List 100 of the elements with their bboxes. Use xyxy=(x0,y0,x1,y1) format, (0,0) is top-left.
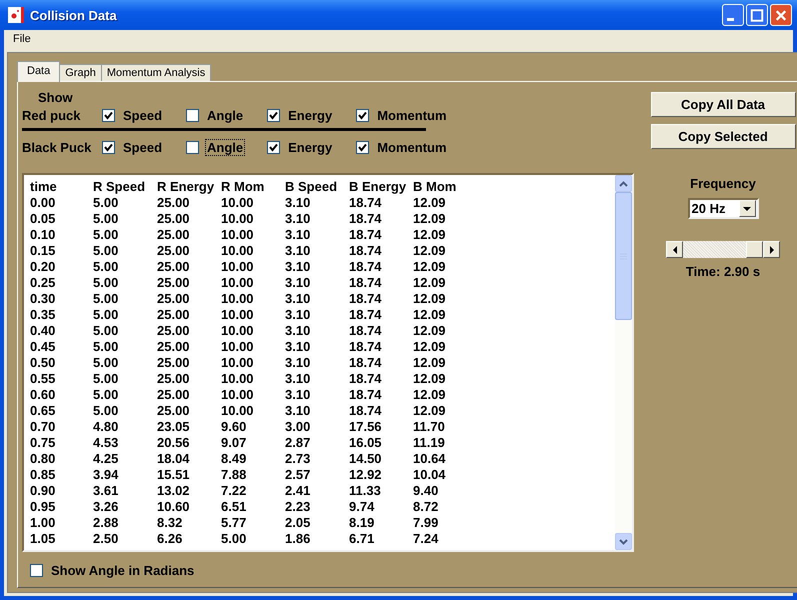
table-cell-text: 25.00 xyxy=(157,258,191,274)
copy-button[interactable]: Copy Selected xyxy=(650,124,796,149)
table-cell-text: 3.10 xyxy=(285,322,312,338)
table-cell-text: 12.09 xyxy=(413,370,447,386)
scroll-left-icon[interactable] xyxy=(672,246,676,254)
table-cell-text: 23.05 xyxy=(157,418,191,434)
table-cell-text: 10.64 xyxy=(413,450,447,466)
scroll-up-icon[interactable] xyxy=(619,180,628,186)
table-cell-text: 18.74 xyxy=(349,306,383,322)
scroll-down-icon[interactable] xyxy=(619,538,628,544)
checkbox[interactable] xyxy=(102,108,115,122)
checkbox-label[interactable]: Momentum xyxy=(375,106,449,124)
table-cell-text: 3.10 xyxy=(285,370,312,386)
dropdown-arrow-icon[interactable] xyxy=(743,206,751,210)
frequency-dropdown[interactable]: 20 Hz xyxy=(688,198,758,219)
table-cell-text: 5.00 xyxy=(93,322,120,338)
table-cell-text: 18.74 xyxy=(349,322,383,338)
checkbox[interactable] xyxy=(356,140,370,154)
table-cell-text: 4.80 xyxy=(93,418,120,434)
puck-label: Red puck xyxy=(22,108,82,122)
table-cell-text: 2.88 xyxy=(93,514,120,530)
table-cell-text: 3.10 xyxy=(285,338,312,354)
table-cell-text: 18.74 xyxy=(349,258,383,274)
copy-button[interactable]: Copy All Data xyxy=(650,92,796,117)
time-label: Time: 2.90 s xyxy=(686,264,760,279)
table-cell-text: 12.09 xyxy=(413,386,447,402)
vertical-scrollbar[interactable] xyxy=(615,175,632,550)
minimize-button[interactable] xyxy=(722,4,744,26)
table-cell-text: 12.92 xyxy=(349,466,383,482)
table-cell-text: 12.09 xyxy=(413,194,447,210)
table-cell-text: 12.09 xyxy=(413,226,447,242)
checkbox-label[interactable]: Energy xyxy=(286,106,334,124)
checkbox[interactable] xyxy=(267,108,280,122)
table-cell-text: 5.00 xyxy=(93,210,120,226)
table-cell-text: 1.86 xyxy=(285,530,312,546)
table-cell-text: 12.09 xyxy=(413,210,447,226)
table-cell-text: 18.74 xyxy=(349,354,383,370)
table-cell-text: 11.33 xyxy=(349,482,382,498)
table-cell-text: 11.19 xyxy=(413,434,446,450)
table-cell-text: 2.87 xyxy=(285,434,312,450)
table-cell-text: 3.10 xyxy=(285,210,312,226)
table-cell-text: 25.00 xyxy=(157,210,191,226)
table-cell-text: 6.26 xyxy=(157,530,184,546)
column-header: R Mom xyxy=(221,178,266,194)
table-cell-text: 18.04 xyxy=(157,450,191,466)
table-cell-text: 2.23 xyxy=(285,498,312,514)
table-cell-text: 0.20 xyxy=(30,258,56,274)
table-cell-text: 25.00 xyxy=(157,242,191,258)
tab[interactable]: Graph xyxy=(59,64,102,81)
table-cell-text: 18.74 xyxy=(349,402,383,418)
checkbox[interactable] xyxy=(186,140,200,154)
checkbox[interactable] xyxy=(30,564,43,577)
slider-thumb[interactable] xyxy=(746,241,763,258)
table-cell-text: 9.07 xyxy=(221,434,248,450)
table-cell-text: 3.10 xyxy=(285,274,312,290)
table-cell-text: 5.00 xyxy=(93,402,120,418)
checkbox[interactable] xyxy=(102,140,115,154)
close-button[interactable] xyxy=(770,4,792,26)
checkbox-label[interactable]: Show Angle in Radians xyxy=(49,562,196,579)
table-cell-text: 10.00 xyxy=(221,402,255,418)
checkbox[interactable] xyxy=(356,108,370,122)
table-cell-text: 25.00 xyxy=(157,370,191,386)
table-cell-text: 5.00 xyxy=(93,194,120,210)
table-cell-text: 5.00 xyxy=(93,338,120,354)
checkbox-label[interactable]: Speed xyxy=(121,138,164,156)
table-cell-text: 12.09 xyxy=(413,402,447,418)
table-cell-text: 25.00 xyxy=(157,194,191,210)
table-cell-text: 2.73 xyxy=(285,450,312,466)
table-cell-text: 3.26 xyxy=(93,498,120,514)
checkbox-label[interactable]: Angle xyxy=(205,138,246,156)
table-cell-text: 0.80 xyxy=(30,450,56,466)
table-cell-text: 8.32 xyxy=(157,514,184,530)
column-header: B Mom xyxy=(413,178,458,194)
table-cell-text: 12.09 xyxy=(413,306,447,322)
checkbox-label[interactable]: Momentum xyxy=(375,138,449,156)
maximize-button[interactable] xyxy=(746,4,768,26)
time-slider[interactable] xyxy=(666,241,780,258)
checkbox-label[interactable]: Energy xyxy=(286,138,334,156)
column-header: time xyxy=(30,178,58,194)
table-cell-text: 0.50 xyxy=(30,354,56,370)
table-cell-text: 12.09 xyxy=(413,354,447,370)
table-cell-text: 18.74 xyxy=(349,274,383,290)
table-cell-text: 0.35 xyxy=(30,306,56,322)
checkbox-label[interactable]: Angle xyxy=(205,106,246,124)
table-cell-text: 0.85 xyxy=(30,466,56,482)
menu-item[interactable]: File xyxy=(9,33,35,45)
table-cell-text: 10.00 xyxy=(221,338,255,354)
tab[interactable]: Momentum Analysis xyxy=(100,64,212,81)
checkbox[interactable] xyxy=(267,140,280,154)
tab[interactable]: Data xyxy=(17,61,60,82)
table-cell-text: 0.25 xyxy=(30,274,56,290)
table-cell-text: 6.51 xyxy=(221,498,248,514)
checkbox-label[interactable]: Speed xyxy=(121,106,164,124)
scroll-right-icon[interactable] xyxy=(770,246,774,254)
data-list[interactable] xyxy=(22,173,634,552)
checkbox[interactable] xyxy=(186,108,200,122)
show-label: Show xyxy=(38,90,74,105)
table-cell-text: 8.49 xyxy=(221,450,248,466)
table-cell-text: 10.60 xyxy=(157,498,191,514)
table-cell-text: 9.74 xyxy=(349,498,376,514)
